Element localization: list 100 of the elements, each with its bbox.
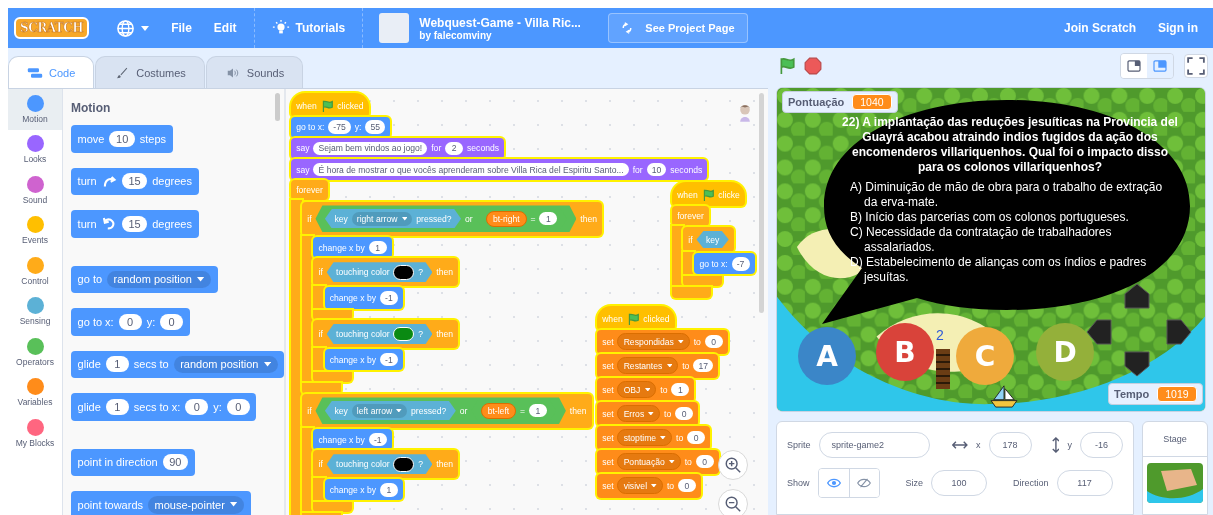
input-field[interactable]: 0 [118, 313, 142, 330]
editor-tab[interactable]: Sounds [205, 56, 304, 88]
input-field[interactable]: 1 [671, 382, 690, 397]
input-field[interactable]: 15 [121, 173, 148, 190]
down-arrow-button[interactable] [1124, 351, 1150, 377]
input-field[interactable]: 55 [365, 120, 386, 134]
color-swatch[interactable] [393, 264, 415, 280]
input-field[interactable]: 0 [687, 430, 706, 445]
category-item[interactable]: My Blocks [8, 413, 62, 454]
block-label: clicke [718, 190, 740, 201]
variable-block[interactable]: set Pontuação to 0 [597, 449, 719, 474]
block-label: clicked [643, 314, 670, 325]
dropdown-menu[interactable]: random position [173, 355, 278, 373]
c-block-foot [302, 383, 341, 394]
motion-block[interactable]: change x by -1 [313, 429, 392, 451]
input-field[interactable]: 1 [379, 483, 398, 497]
motion-block[interactable]: turn 15 degrees [71, 167, 199, 195]
input-field[interactable]: Sejam bem vindos ao jogo! [313, 141, 428, 156]
caret-icon [648, 411, 655, 416]
input-field[interactable]: 2 [445, 141, 464, 156]
motion-block[interactable]: change x by 1 [324, 479, 404, 501]
fullscreen-button[interactable] [1184, 54, 1208, 78]
motion-block[interactable]: go to x: -7 [694, 253, 755, 275]
input-field[interactable]: -75 [328, 120, 351, 134]
scrollbar[interactable] [275, 93, 280, 121]
input-field[interactable]: -1 [368, 432, 387, 447]
motion-block[interactable]: go to random position [71, 265, 218, 293]
input-field[interactable]: 0 [185, 398, 209, 415]
motion-block[interactable]: go to x: -75 y: 55 [291, 116, 391, 138]
motion-block[interactable]: point in direction 90 [71, 448, 195, 476]
input-field[interactable]: 1 [105, 356, 129, 373]
input-field[interactable]: -7 [731, 257, 750, 271]
input-field[interactable]: 17 [693, 358, 714, 373]
left-arrow-button[interactable] [1086, 319, 1112, 345]
looks-block[interactable]: say Sejam bem vindos ao jogo! for 2 seconds [291, 137, 505, 159]
input-field[interactable]: 0 [677, 478, 696, 493]
control-block[interactable]: if key right arrow pressed? or bt-right = 1 then [302, 201, 603, 236]
input-field[interactable]: 0 [695, 454, 714, 469]
motion-block[interactable]: change x by -1 [324, 287, 404, 309]
motion-block[interactable]: glide 1 secs to random position [71, 350, 284, 378]
block-label: ? [418, 329, 424, 339]
block-label: or [464, 213, 473, 224]
variable-block[interactable]: set stoptime to 0 [597, 425, 711, 450]
motion-block[interactable]: go to x: 0 y: 0 [71, 308, 190, 336]
stage-thumbnail-drawing[interactable] [1147, 463, 1203, 503]
right-arrow-button[interactable] [1166, 319, 1192, 345]
editor-tab[interactable]: Costumes [95, 56, 205, 88]
variable-block[interactable]: set OBJ to 1 [597, 377, 695, 402]
motion-block[interactable]: turn 15 degrees [71, 210, 199, 238]
stop-button[interactable] [802, 55, 824, 77]
control-block[interactable]: if key left arrow pressed? or bt-left = 1 then [302, 393, 592, 428]
input-field[interactable]: 1 [539, 212, 558, 226]
motion-block[interactable]: move 10 steps [71, 125, 173, 153]
block-label: set [602, 408, 614, 419]
dropdown-menu[interactable]: mouse-pointer [147, 496, 245, 514]
motion-block[interactable]: change x by 1 [313, 237, 392, 259]
variable-block[interactable]: set visivel to 0 [597, 473, 702, 498]
category-item[interactable]: Variables [8, 372, 62, 413]
input-field[interactable]: É hora de mostrar o que vocês aprenderam sobre Villa Rica del Espiritu Santo... [313, 162, 629, 177]
input-field[interactable]: 0 [704, 334, 723, 349]
block-label: key [705, 234, 720, 245]
category-item[interactable]: Looks [8, 129, 62, 170]
operator-condition[interactable]: key left arrow pressed? or bt-left = 1 [315, 397, 566, 424]
block-label: to [660, 384, 668, 395]
motion-block[interactable]: glide 1 secs to x: 0 y: 0 [71, 393, 257, 421]
motion-block[interactable]: point towards mouse-pointer [71, 491, 251, 515]
input-field[interactable]: 10 [646, 162, 667, 177]
zoom-in-button[interactable] [718, 450, 748, 480]
dropdown-menu[interactable]: random position [107, 270, 212, 288]
color-swatch[interactable] [393, 326, 415, 342]
input-field[interactable]: 0 [226, 398, 250, 415]
category-item[interactable]: Sound [8, 170, 62, 211]
category-item[interactable]: Events [8, 210, 62, 251]
zoom-out-button[interactable] [718, 489, 748, 515]
variable-block[interactable]: set Restantes to 17 [597, 353, 719, 378]
up-arrow-button[interactable] [1124, 283, 1150, 309]
variable-block[interactable]: set Erros to 0 [597, 401, 699, 426]
input-field[interactable]: 0 [675, 406, 694, 421]
category-item[interactable]: Motion [8, 89, 62, 130]
stage-size-button[interactable] [1121, 54, 1147, 78]
motion-block[interactable]: change x by -1 [324, 349, 404, 371]
input-field[interactable]: -1 [379, 291, 398, 305]
color-swatch[interactable] [393, 456, 415, 472]
operator-condition[interactable]: key right arrow pressed? or bt-right = 1 [315, 205, 577, 233]
input-field[interactable]: 0 [160, 313, 184, 330]
input-field[interactable]: -1 [379, 353, 398, 367]
input-field[interactable]: 1 [368, 241, 387, 255]
input-field[interactable]: 1 [528, 403, 547, 418]
variable-block[interactable]: set Respondidas to 0 [597, 329, 728, 354]
input-field[interactable]: 15 [121, 215, 148, 232]
input-field[interactable]: 10 [109, 130, 135, 147]
category-item[interactable]: Sensing [8, 291, 62, 332]
category-item[interactable]: Operators [8, 332, 62, 373]
looks-block[interactable]: say É hora de mostrar o que vocês aprenderam sobre Villa Rica del Espiritu Santo... for 10 seconds [291, 158, 708, 181]
scrollbar[interactable] [759, 93, 764, 313]
hide-button[interactable] [848, 469, 879, 497]
input-field[interactable]: 90 [162, 454, 189, 471]
input-field[interactable]: 1 [105, 398, 129, 415]
category-item[interactable]: Control [8, 251, 62, 292]
block-label: secs to [133, 358, 169, 371]
